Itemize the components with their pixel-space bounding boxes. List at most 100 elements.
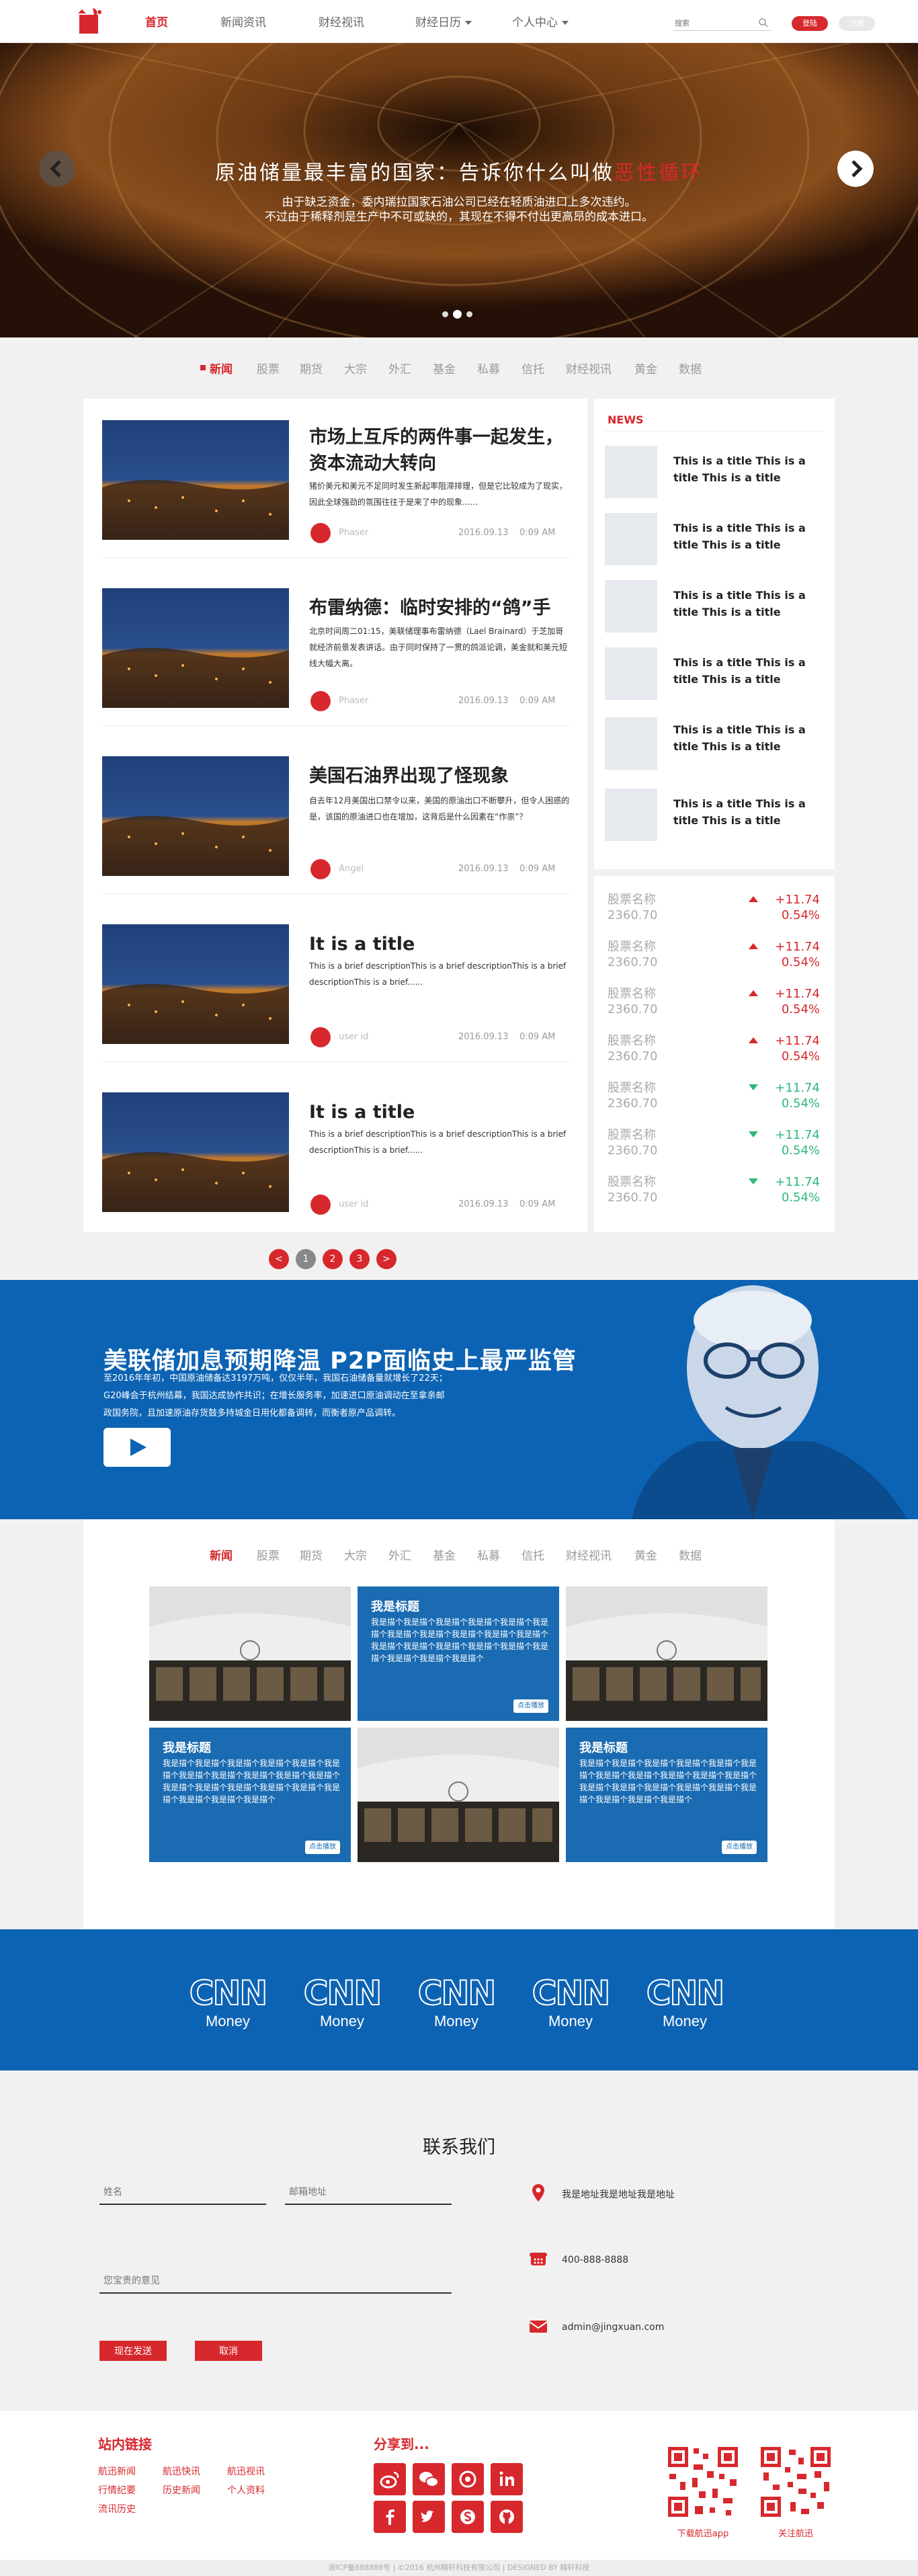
logo-icon[interactable] <box>73 5 108 38</box>
hero-dot-3[interactable] <box>466 311 472 317</box>
hero-dot-1[interactable] <box>442 311 448 317</box>
side-news-thumbnail[interactable] <box>605 446 657 498</box>
nav-news[interactable]: 新闻资讯 <box>220 15 266 31</box>
nav-home[interactable]: 首页 <box>145 15 168 31</box>
linkedin-icon[interactable] <box>491 2463 523 2495</box>
facebook-icon[interactable] <box>374 2501 406 2533</box>
category-forex[interactable]: 外汇 <box>388 360 411 376</box>
gallery-category-private-equity[interactable]: 私募 <box>477 1546 500 1563</box>
gallery-category-trust[interactable]: 信托 <box>521 1546 544 1563</box>
footer-link[interactable]: 个人资料 <box>227 2483 265 2497</box>
article-title[interactable]: It is a title <box>309 931 571 957</box>
side-news-thumbnail[interactable] <box>605 647 657 700</box>
gallery-play-button[interactable]: 点击播放 <box>305 1841 340 1854</box>
gallery-category-stocks[interactable]: 股票 <box>257 1546 280 1563</box>
gallery-category-news[interactable]: 新闻 <box>210 1546 233 1563</box>
category-stocks[interactable]: 股票 <box>257 360 280 376</box>
gallery-category-forex[interactable]: 外汇 <box>388 1546 411 1563</box>
pagination-prev-button[interactable]: < <box>269 1249 289 1269</box>
pagination-page-2[interactable]: 2 <box>323 1249 343 1269</box>
nav-finance-calendar[interactable]: 财经日历 <box>415 15 472 31</box>
category-private-equity[interactable]: 私募 <box>477 360 500 376</box>
gallery-category-gold[interactable]: 黄金 <box>634 1546 657 1563</box>
category-data[interactable]: 数据 <box>679 360 702 376</box>
wechat-icon[interactable] <box>413 2463 445 2495</box>
hero-prev-arrow-icon[interactable] <box>39 151 75 187</box>
gallery-card[interactable]: 我是标题 我是描个我是描个我是描个我是描个我是描个我是描个我是描个我是描个我是描… <box>149 1728 351 1862</box>
article-title[interactable]: 布雷纳德：临时安排的“鸽”手 <box>309 595 571 621</box>
side-news-thumbnail[interactable] <box>605 717 657 770</box>
footer-link[interactable]: 历史新闻 <box>163 2483 200 2497</box>
hero-next-arrow-icon[interactable] <box>837 151 874 187</box>
cnn-money-logo[interactable]: CNN Money <box>527 1973 614 2034</box>
side-news-thumbnail[interactable] <box>605 513 657 565</box>
gallery-photo[interactable] <box>149 1586 351 1721</box>
footer-link[interactable]: 航迅新闻 <box>98 2464 136 2478</box>
stock-percent: 0.54% <box>781 1002 820 1016</box>
gallery-play-button[interactable]: 点击播放 <box>722 1841 757 1854</box>
category-gold[interactable]: 黄金 <box>634 360 657 376</box>
contact-email[interactable]: admin@jingxuan.com <box>562 2322 664 2333</box>
gallery-category-futures[interactable]: 期货 <box>300 1546 323 1563</box>
category-commodities[interactable]: 大宗 <box>344 360 367 376</box>
gallery-card-title: 我是标题 <box>579 1741 628 1755</box>
gallery-category-funds[interactable]: 基金 <box>433 1546 456 1563</box>
category-finance-video[interactable]: 财经视讯 <box>566 360 612 376</box>
pagination-page-3[interactable]: 3 <box>349 1249 370 1269</box>
copyright: 浙ICP备888888号 | ©2016 杭州精轩科技有限公司 | DESIGN… <box>0 2560 918 2576</box>
weibo-icon[interactable] <box>374 2463 406 2495</box>
side-news-title[interactable]: This is a title This is a title This is … <box>673 654 808 688</box>
cnn-money-logo[interactable]: CNN Money <box>184 1973 272 2034</box>
pagination-next-button[interactable]: > <box>376 1249 397 1269</box>
pagination-page-1[interactable]: 1 <box>296 1249 316 1269</box>
message-field[interactable] <box>99 2268 452 2294</box>
category-funds[interactable]: 基金 <box>433 360 456 376</box>
footer-link[interactable]: 行情纪要 <box>98 2483 136 2497</box>
side-news-title[interactable]: This is a title This is a title This is … <box>673 587 808 620</box>
nav-user-center[interactable]: 个人中心 <box>512 15 569 31</box>
footer-link[interactable]: 航迅快讯 <box>163 2464 200 2478</box>
cnn-money-logo[interactable]: CNN Money <box>298 1973 386 2034</box>
gallery-category-finance-video[interactable]: 财经视讯 <box>566 1546 612 1563</box>
category-futures[interactable]: 期货 <box>300 360 323 376</box>
register-button[interactable]: 注册 <box>839 16 875 31</box>
nav-finance-video[interactable]: 财经视讯 <box>319 15 364 31</box>
article-title[interactable]: 市场上互斥的两件事一起发生，资本流动大转向 <box>309 424 571 477</box>
gallery-play-button[interactable]: 点击播放 <box>513 1699 548 1713</box>
cancel-button[interactable]: 取消 <box>195 2341 262 2361</box>
footer-link[interactable]: 流讯历史 <box>98 2502 136 2515</box>
stock-price: 2360.70 <box>608 1096 658 1111</box>
github-icon[interactable] <box>491 2501 523 2533</box>
category-trust[interactable]: 信托 <box>521 360 544 376</box>
gallery-card[interactable]: 我是标题 我是描个我是描个我是描个我是描个我是描个我是描个我是描个我是描个我是描… <box>566 1728 767 1862</box>
side-news-thumbnail[interactable] <box>605 580 657 633</box>
search-icon[interactable] <box>758 17 769 28</box>
side-news-thumbnail[interactable] <box>605 789 657 841</box>
side-news-title[interactable]: This is a title This is a title This is … <box>673 721 808 755</box>
play-button[interactable] <box>103 1428 171 1467</box>
side-news-title[interactable]: This is a title This is a title This is … <box>673 452 808 486</box>
twitter-icon[interactable] <box>413 2501 445 2533</box>
email-field[interactable] <box>285 2179 452 2205</box>
send-button[interactable]: 现在发送 <box>99 2341 167 2361</box>
side-news-title[interactable]: This is a title This is a title This is … <box>673 520 808 553</box>
gallery-card[interactable]: 我是标题 我是描个我是描个我是描个我是描个我是描个我是描个我是描个我是描个我是描… <box>358 1586 559 1721</box>
stock-change: +11.74 <box>775 1034 820 1048</box>
cnn-money-logo[interactable]: CNN Money <box>641 1973 728 2034</box>
side-news-title[interactable]: This is a title This is a title This is … <box>673 795 808 829</box>
login-button[interactable]: 登陆 <box>792 16 828 31</box>
youku-icon[interactable] <box>452 2463 484 2495</box>
skype-icon[interactable] <box>452 2501 484 2533</box>
search-input[interactable] <box>673 16 771 31</box>
category-news[interactable]: 新闻 <box>210 360 233 376</box>
article-title[interactable]: It is a title <box>309 1099 571 1125</box>
name-field[interactable] <box>99 2179 266 2205</box>
gallery-photo[interactable] <box>358 1728 559 1862</box>
article-title[interactable]: 美国石油界出现了怪现象 <box>309 763 571 789</box>
cnn-money-logo[interactable]: CNN Money <box>413 1973 500 2034</box>
gallery-photo[interactable] <box>566 1586 767 1721</box>
gallery-category-data[interactable]: 数据 <box>679 1546 702 1563</box>
hero-dot-2[interactable] <box>453 310 462 319</box>
gallery-category-commodities[interactable]: 大宗 <box>344 1546 367 1563</box>
footer-link[interactable]: 航迅视讯 <box>227 2464 265 2478</box>
